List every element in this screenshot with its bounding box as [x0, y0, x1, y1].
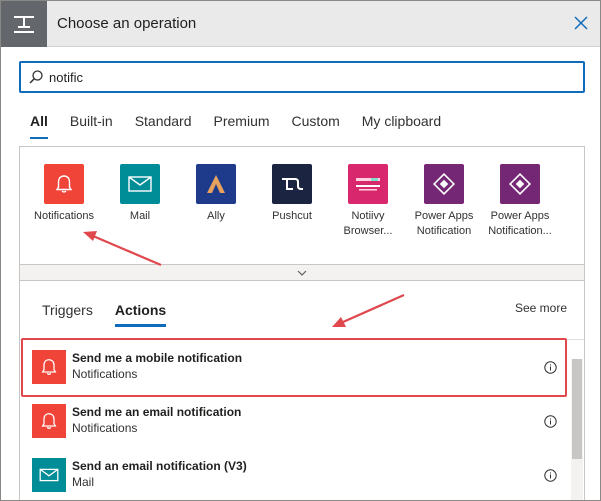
- chevron-down-icon: [297, 270, 307, 276]
- action-send-email-notification-v3[interactable]: Send an email notification (V3) Mail: [20, 449, 571, 500]
- info-icon[interactable]: [544, 469, 557, 482]
- power-apps-icon: [424, 164, 464, 204]
- connector-ally[interactable]: Ally: [178, 164, 254, 224]
- search-box[interactable]: [19, 61, 585, 93]
- tab-built-in[interactable]: Built-in: [59, 109, 124, 139]
- info-icon[interactable]: [544, 415, 557, 428]
- tab-triggers[interactable]: Triggers: [31, 299, 104, 327]
- connector-power-apps-notification[interactable]: Power Apps Notification: [406, 164, 482, 239]
- connector-label: Notiivy Browser...: [343, 210, 393, 237]
- connector-label: Power Apps Notification...: [488, 210, 552, 237]
- notiivy-logo-icon: [348, 164, 388, 204]
- pushcut-logo-icon: [272, 164, 312, 204]
- operation-dialog: Choose an operation All Built-in Standar…: [0, 0, 601, 501]
- connector-label: Pushcut: [272, 210, 312, 222]
- action-list: Send me a mobile notification Notificati…: [20, 341, 571, 500]
- bell-icon: [44, 164, 84, 204]
- action-connector: Notifications: [72, 421, 138, 435]
- connector-notifications[interactable]: Notifications: [26, 164, 102, 224]
- see-more-link[interactable]: See more: [515, 301, 567, 315]
- action-title: Send me an email notification: [72, 405, 242, 419]
- actions-panel: Triggers Actions See more Send me a mobi…: [19, 281, 585, 500]
- expand-connectors-button[interactable]: [20, 264, 584, 280]
- envelope-icon: [32, 458, 66, 492]
- tab-all[interactable]: All: [19, 109, 59, 139]
- connector-pushcut[interactable]: Pushcut: [254, 164, 330, 224]
- tab-my-clipboard[interactable]: My clipboard: [351, 109, 452, 139]
- ally-logo-icon: [196, 164, 236, 204]
- action-title: Send an email notification (V3): [72, 459, 247, 473]
- connector-label: Power Apps Notification: [414, 210, 474, 237]
- connector-mail[interactable]: Mail: [102, 164, 178, 224]
- search-input[interactable]: [49, 66, 569, 88]
- action-connector: Mail: [72, 475, 95, 489]
- tab-standard[interactable]: Standard: [124, 109, 203, 139]
- tab-actions[interactable]: Actions: [104, 299, 177, 327]
- close-icon[interactable]: [570, 12, 592, 34]
- connector-label: Mail: [129, 210, 151, 222]
- connector-label: Notifications: [34, 210, 94, 222]
- scrollbar-thumb[interactable]: [572, 359, 582, 459]
- action-title: Send me a mobile notification: [72, 351, 243, 365]
- info-icon[interactable]: [544, 361, 557, 374]
- action-list-scrollbar[interactable]: [571, 359, 583, 500]
- power-apps-icon: [500, 164, 540, 204]
- envelope-icon: [120, 164, 160, 204]
- operation-step-icon: [1, 1, 47, 47]
- action-send-mobile-notification[interactable]: Send me a mobile notification Notificati…: [20, 341, 571, 395]
- dialog-title: Choose an operation: [57, 15, 197, 32]
- connector-notiivy[interactable]: Notiivy Browser...: [330, 164, 406, 239]
- connector-label: Ally: [207, 210, 225, 222]
- connector-power-apps-notification-v2[interactable]: Power Apps Notification...: [482, 164, 558, 239]
- tab-premium[interactable]: Premium: [203, 109, 281, 139]
- tab-custom[interactable]: Custom: [281, 109, 351, 139]
- action-connector: Notifications: [72, 367, 138, 381]
- filter-tabs: All Built-in Standard Premium Custom My …: [19, 109, 452, 139]
- dialog-header: Choose an operation: [1, 1, 600, 47]
- bell-icon: [32, 404, 66, 438]
- action-send-email-notification[interactable]: Send me an email notification Notificati…: [20, 395, 571, 449]
- trigger-action-tabs: Triggers Actions: [31, 299, 177, 327]
- divider: [20, 339, 584, 340]
- search-icon: [29, 70, 43, 84]
- connector-grid: Notifications Mail Ally Pushcut Notiivy …: [19, 146, 585, 281]
- bell-icon: [32, 350, 66, 384]
